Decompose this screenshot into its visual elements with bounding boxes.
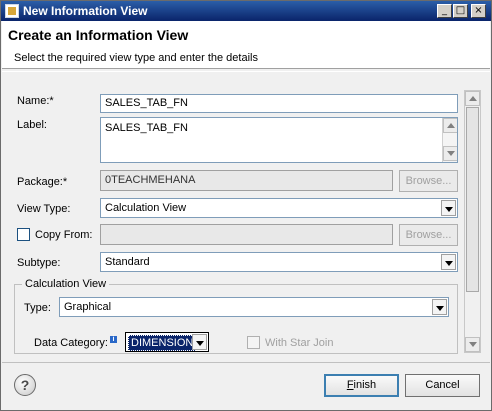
form-scrollbar[interactable] — [464, 90, 481, 353]
type-value: Graphical — [64, 301, 112, 313]
help-icon[interactable]: ? — [14, 374, 36, 396]
cancel-button[interactable]: Cancel — [405, 374, 480, 397]
label-textarea-value: SALES_TAB_FN — [105, 122, 188, 134]
page-description: Select the required view type and enter … — [14, 52, 258, 64]
star-join-checkbox[interactable] — [247, 336, 260, 349]
title-bar[interactable]: New Information View _ □ × — [1, 1, 491, 21]
label-textarea-scrollbar[interactable] — [442, 118, 457, 162]
copy-from-label: Copy From: — [35, 229, 93, 241]
name-label: Name:* — [17, 95, 54, 107]
dialog-window: New Information View _ □ × Create an Inf… — [0, 0, 492, 411]
data-category-value: DIMENSION — [128, 335, 197, 351]
name-input[interactable]: SALES_TAB_FN — [100, 94, 458, 113]
type-dropdown[interactable]: Graphical — [59, 297, 449, 317]
scroll-up-icon[interactable] — [465, 91, 480, 106]
info-icon: i — [110, 336, 117, 343]
window-title: New Information View — [23, 4, 148, 18]
footer-divider — [2, 362, 490, 363]
view-type-value: Calculation View — [105, 202, 187, 214]
scrollbar-thumb[interactable] — [466, 107, 479, 292]
package-field: 0TEACHMEHANA — [100, 170, 393, 191]
chevron-down-icon[interactable] — [432, 299, 447, 315]
minimize-button[interactable]: _ — [437, 4, 452, 18]
close-button[interactable]: × — [471, 4, 486, 18]
finish-button[interactable]: Finish — [324, 374, 399, 397]
scroll-down-icon[interactable] — [443, 146, 457, 161]
name-input-value: SALES_TAB_FN — [105, 97, 188, 109]
maximize-button[interactable]: □ — [453, 4, 468, 18]
calculation-view-group: Calculation View Type: Graphical Data Ca… — [14, 278, 458, 354]
scroll-up-icon[interactable] — [443, 118, 457, 133]
subtype-dropdown[interactable]: Standard — [100, 252, 458, 272]
calculation-view-group-title: Calculation View — [22, 278, 110, 290]
subtype-label: Subtype: — [17, 257, 61, 269]
chevron-down-icon[interactable] — [441, 254, 456, 270]
copy-from-checkbox[interactable] — [17, 228, 30, 241]
package-value: 0TEACHMEHANA — [105, 174, 196, 186]
chevron-down-icon[interactable] — [192, 334, 207, 350]
label-textarea[interactable]: SALES_TAB_FN — [100, 117, 458, 163]
copy-from-browse-button[interactable]: Browse... — [399, 224, 458, 246]
wizard-header: Create an Information View Select the re… — [2, 21, 490, 69]
data-category-dropdown[interactable]: DIMENSION — [125, 332, 209, 352]
view-type-dropdown[interactable]: Calculation View — [100, 198, 458, 218]
copy-from-field — [100, 224, 393, 245]
header-divider — [2, 71, 490, 72]
app-icon — [5, 4, 19, 18]
label-label: Label: — [17, 119, 47, 131]
package-browse-button[interactable]: Browse... — [399, 170, 458, 192]
chevron-down-icon[interactable] — [441, 200, 456, 216]
package-label: Package:* — [17, 176, 68, 188]
subtype-value: Standard — [105, 256, 150, 268]
data-category-label: Data Category: — [34, 337, 108, 349]
type-label: Type: — [24, 302, 51, 314]
scroll-down-icon[interactable] — [465, 337, 480, 352]
page-title: Create an Information View — [8, 27, 189, 43]
view-type-label: View Type: — [17, 203, 71, 215]
star-join-label: With Star Join — [265, 337, 334, 349]
